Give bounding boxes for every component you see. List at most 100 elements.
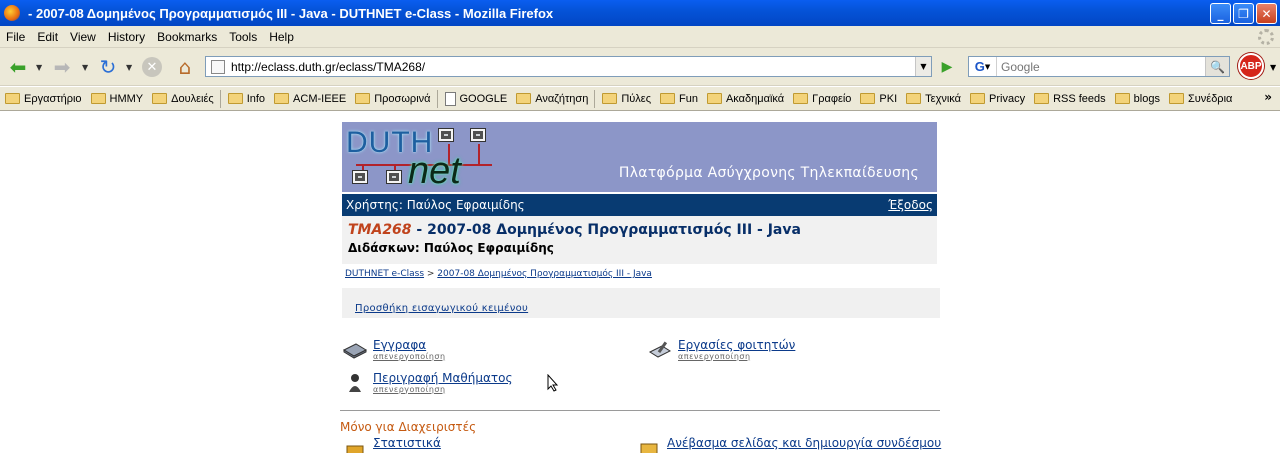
bookmark-folder[interactable]: Ακαδημαϊκά xyxy=(702,93,788,105)
stop-button[interactable]: ✕ xyxy=(140,54,164,80)
url-history-dropdown-icon[interactable]: ▼ xyxy=(915,57,931,76)
folder-icon xyxy=(860,93,876,104)
course-teacher: Διδάσκων: Παύλος Εφραιμίδης xyxy=(348,241,554,255)
tool-deactivate-link[interactable]: απενεργοποίηση xyxy=(678,352,795,361)
reload-button[interactable]: ↻ xyxy=(94,54,122,80)
tool-statistics: Στατιστικά xyxy=(343,436,441,453)
statistics-icon xyxy=(346,445,364,453)
tool-deactivate-link[interactable]: απενεργοποίηση xyxy=(373,385,513,394)
menu-view[interactable]: View xyxy=(64,30,102,44)
folder-icon xyxy=(274,93,290,104)
bookmark-folder[interactable]: Πύλες xyxy=(597,93,655,105)
back-button[interactable]: ⬅ xyxy=(4,54,32,80)
forward-dropdown-icon[interactable]: ▼ xyxy=(82,63,88,72)
tool-name-link[interactable]: Περιγραφή Μαθήματος xyxy=(373,371,513,385)
back-dropdown-icon[interactable]: ▼ xyxy=(36,63,42,72)
upload-page-icon xyxy=(640,443,658,453)
bookmark-folder[interactable]: Info xyxy=(223,93,269,105)
reload-dropdown-icon[interactable]: ▼ xyxy=(126,63,132,72)
terminal-icon xyxy=(386,170,402,184)
bookmark-folder[interactable]: Εργαστήριο xyxy=(0,93,86,105)
url-text[interactable]: http://eclass.duth.gr/eclass/TMA268/ xyxy=(231,60,915,74)
window-title: - 2007-08 Δομημένος Προγραμματισμός III … xyxy=(28,5,554,21)
navigation-toolbar: ⬅ ▼ ➡ ▼ ↻ ▼ ✕ ⌂ http://eclass.duth.gr/ec… xyxy=(0,48,1280,86)
folder-icon xyxy=(660,93,675,104)
user-label: Χρήστης: Παύλος Εφραιμίδης xyxy=(346,198,525,212)
activity-throbber-icon xyxy=(1258,29,1274,45)
search-engine-selector[interactable]: G ▼ xyxy=(969,57,997,76)
bookmark-folder[interactable]: Τεχνικά xyxy=(901,93,965,105)
menu-help[interactable]: Help xyxy=(263,30,300,44)
add-intro-link[interactable]: Προσθήκη εισαγωγικού κειμένου xyxy=(355,303,528,314)
forward-button[interactable]: ➡ xyxy=(48,54,76,80)
bookmark-folder[interactable]: Γραφείο xyxy=(788,93,855,105)
bookmark-folder[interactable]: Privacy xyxy=(965,93,1029,105)
bookmark-page[interactable]: GOOGLE xyxy=(440,91,512,106)
tool-name-link[interactable]: Στατιστικά xyxy=(373,436,441,450)
close-button[interactable]: ✕ xyxy=(1256,3,1277,24)
home-button[interactable]: ⌂ xyxy=(172,54,198,80)
mouse-pointer-icon xyxy=(547,374,559,392)
search-icon[interactable]: 🔍 xyxy=(1205,57,1229,76)
tool-upload-page: Ανέβασμα σελίδας και δημιουργία συνδέσμο… xyxy=(637,436,941,453)
breadcrumb-course-link[interactable]: 2007-08 Δομημένος Προγραμματισμός III - … xyxy=(437,269,652,279)
tool-name-link[interactable]: Ανέβασμα σελίδας και δημιουργία συνδέσμο… xyxy=(667,436,941,450)
logout-link[interactable]: Έξοδος xyxy=(888,198,933,212)
folder-icon xyxy=(1168,93,1184,104)
tool-documents: Εγγραφα απενεργοποίηση xyxy=(343,338,446,361)
bookmark-folder[interactable]: PKI xyxy=(855,93,901,105)
terminal-icon xyxy=(470,128,486,142)
bookmark-folder[interactable]: Συνέδρια xyxy=(1164,93,1236,105)
menu-file[interactable]: File xyxy=(0,30,31,44)
address-bar[interactable]: http://eclass.duth.gr/eclass/TMA268/ ▼ xyxy=(205,56,932,77)
folder-icon xyxy=(355,93,371,104)
folder-icon xyxy=(1114,93,1130,104)
bookmark-folder[interactable]: RSS feeds xyxy=(1029,93,1110,105)
menu-history[interactable]: History xyxy=(102,30,151,44)
tool-assignments: Εργασίες φοιτητών απενεργοποίηση xyxy=(648,338,795,361)
page-content: DUTH net Πλατφόρμα Ασύγχρονης Τηλεκπαίδε… xyxy=(0,112,1280,453)
go-button[interactable]: ▶ xyxy=(936,57,958,77)
bookmark-separator xyxy=(219,89,221,108)
user-bar: Χρήστης: Παύλος Εφραιμίδης Έξοδος xyxy=(342,194,937,216)
bookmarks-toolbar: Εργαστήριο ΗΜΜΥ Δουλειές Info ACM-IEEE Π… xyxy=(0,87,1280,111)
documents-icon xyxy=(343,343,367,359)
bookmark-folder[interactable]: ACM-IEEE xyxy=(269,93,350,105)
bookmark-folder[interactable]: Δουλειές xyxy=(147,93,218,105)
breadcrumb-home-link[interactable]: DUTHNET e-Class xyxy=(345,269,424,279)
bookmarks-overflow-chevron-icon[interactable]: » xyxy=(1264,90,1272,104)
menu-tools[interactable]: Tools xyxy=(223,30,263,44)
folder-icon xyxy=(906,93,922,104)
search-input[interactable] xyxy=(997,58,1205,75)
logo-net-text: net xyxy=(408,150,461,192)
folder-icon xyxy=(227,93,243,104)
page-icon xyxy=(211,59,225,74)
window-titlebar: - 2007-08 Δομημένος Προγραμματισμός III … xyxy=(0,0,1280,26)
tool-deactivate-link[interactable]: απενεργοποίηση xyxy=(373,352,446,361)
bookmark-folder[interactable]: ΗΜΜΥ xyxy=(86,93,148,105)
adblock-plus-icon[interactable]: ABP xyxy=(1238,53,1264,79)
bookmark-folder[interactable]: Προσωρινά xyxy=(350,93,434,105)
firefox-icon[interactable] xyxy=(4,5,20,21)
search-bar: G▼ 🔍 xyxy=(968,56,1230,77)
tool-name-link[interactable]: Εγγραφα xyxy=(373,338,446,352)
bookmark-folder[interactable]: Αναζήτηση xyxy=(511,93,592,105)
bookmark-folder[interactable]: Fun xyxy=(655,93,702,105)
course-code: TMA268 xyxy=(348,222,412,238)
menu-bookmarks[interactable]: Bookmarks xyxy=(151,30,223,44)
adblock-dropdown-icon[interactable]: ▼ xyxy=(1270,63,1276,72)
bookmark-separator xyxy=(436,89,438,108)
maximize-button[interactable]: ❐ xyxy=(1233,3,1254,24)
minimize-button[interactable]: _ xyxy=(1210,3,1231,24)
course-title: TMA268 - 2007-08 Δομημένος Προγραμματισμ… xyxy=(348,222,801,238)
menu-edit[interactable]: Edit xyxy=(31,30,64,44)
folder-icon xyxy=(90,93,106,104)
folder-icon xyxy=(602,93,618,104)
course-header: TMA268 - 2007-08 Δομημένος Προγραμματισμ… xyxy=(342,216,937,264)
section-divider xyxy=(340,410,940,411)
bookmark-folder[interactable]: blogs xyxy=(1110,93,1164,105)
breadcrumb: DUTHNET e-Class > 2007-08 Δομημένος Προγ… xyxy=(345,269,652,279)
menu-bar: File Edit View History Bookmarks Tools H… xyxy=(0,26,1280,48)
tool-name-link[interactable]: Εργασίες φοιτητών xyxy=(678,338,795,352)
course-description-icon xyxy=(349,374,361,392)
